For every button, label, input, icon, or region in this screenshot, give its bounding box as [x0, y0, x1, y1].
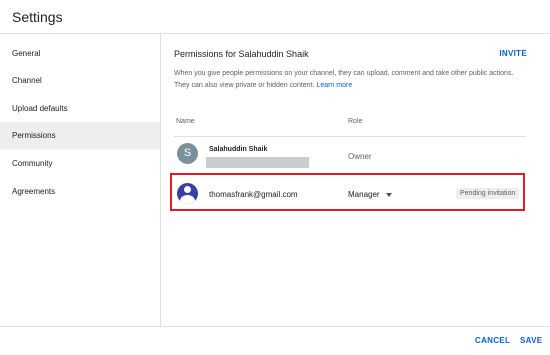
- sidebar-item-community[interactable]: Community: [0, 150, 160, 177]
- learn-more-link[interactable]: Learn more: [316, 82, 352, 89]
- column-header-name: Name: [176, 118, 195, 125]
- sidebar-item-agreements[interactable]: Agreements: [0, 178, 160, 205]
- sidebar-item-upload-defaults[interactable]: Upload defaults: [0, 95, 160, 122]
- header-divider: [174, 136, 526, 137]
- cancel-button[interactable]: CANCEL: [475, 336, 510, 345]
- sidebar-item-channel[interactable]: Channel: [0, 67, 160, 94]
- invite-button[interactable]: INVITE: [499, 49, 527, 58]
- permissions-description: When you give people permissions on your…: [174, 68, 524, 92]
- sidebar-item-permissions[interactable]: Permissions: [0, 122, 160, 149]
- window-title: Settings: [12, 9, 63, 25]
- sidebar-item-general[interactable]: General: [0, 40, 160, 67]
- redacted-email: [206, 157, 309, 168]
- page-title: Permissions for Salahuddin Shaik: [174, 49, 309, 59]
- highlight-box: [170, 173, 525, 211]
- sidebar: General Channel Upload defaults Permissi…: [0, 34, 161, 326]
- table-row: S Salahuddin Shaik Owner: [174, 138, 526, 174]
- save-button[interactable]: SAVE: [520, 336, 542, 345]
- owner-role: Owner: [348, 152, 372, 161]
- title-bar: Settings: [0, 0, 550, 34]
- footer: CANCEL SAVE: [0, 326, 550, 355]
- avatar: S: [177, 143, 198, 164]
- owner-name: Salahuddin Shaik: [209, 146, 268, 153]
- column-header-role: Role: [348, 118, 363, 125]
